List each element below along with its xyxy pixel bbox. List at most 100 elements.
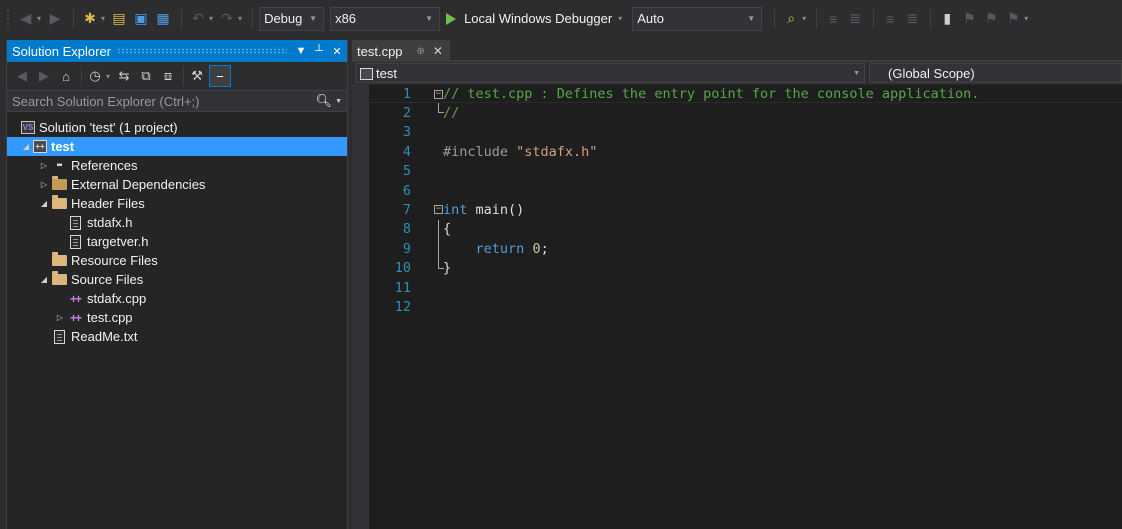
code-token: "stdafx.h" bbox=[516, 143, 598, 160]
line-number: 3 bbox=[402, 124, 411, 141]
code-line[interactable]: 11 bbox=[369, 278, 1122, 297]
code-line[interactable]: 2 // bbox=[369, 103, 1122, 122]
code-token: return bbox=[475, 240, 525, 257]
tree-item[interactable]: ▷ ++ test.cpp bbox=[7, 308, 347, 327]
bookmark-icon[interactable]: ▮ bbox=[937, 9, 957, 29]
collapse-region-icon[interactable]: − bbox=[434, 205, 443, 215]
code-line[interactable]: 5 bbox=[369, 162, 1122, 181]
solution-config-dropdown[interactable]: Auto ▼ bbox=[632, 6, 763, 31]
open-icon[interactable]: ▤ bbox=[109, 9, 129, 29]
text-file-icon bbox=[51, 329, 67, 345]
scope-dropdown[interactable]: (Global Scope) bbox=[869, 63, 1122, 83]
pending-changes-icon[interactable]: ◷ bbox=[85, 66, 105, 86]
platform-value: x86 bbox=[335, 11, 357, 26]
find-dropdown-icon[interactable]: ▾ bbox=[802, 14, 806, 23]
redo-dropdown-icon[interactable]: ▾ bbox=[238, 14, 242, 23]
search-solution-explorer[interactable]: 🔍︎ ▼ bbox=[7, 90, 347, 112]
clear-bookmarks-icon[interactable]: ⚑ bbox=[1003, 9, 1023, 29]
code-line[interactable]: 4 #include "stdafx.h" bbox=[369, 142, 1122, 161]
save-icon[interactable]: ▣ bbox=[131, 9, 151, 29]
tree-item[interactable]: ReadMe.txt bbox=[7, 327, 347, 346]
undo-icon[interactable]: ↶ bbox=[188, 9, 208, 29]
code-token: ; bbox=[540, 240, 549, 257]
code-editor[interactable]: 1−// test.cpp : Defines the entry point … bbox=[352, 84, 1122, 529]
search-icon[interactable]: 🔍︎ bbox=[316, 93, 333, 109]
collapsed-arrow-icon[interactable]: ▷ bbox=[53, 313, 67, 322]
tree-item[interactable]: Resource Files bbox=[7, 251, 347, 270]
expanded-arrow-icon[interactable]: ◢ bbox=[19, 142, 33, 151]
close-icon[interactable]: ✕ bbox=[329, 45, 345, 58]
search-input[interactable] bbox=[12, 93, 302, 109]
tree-item[interactable]: stdafx.h bbox=[7, 213, 347, 232]
close-icon[interactable]: ✕ bbox=[433, 44, 443, 58]
configuration-dropdown[interactable]: Debug ▼ bbox=[259, 6, 325, 31]
toolbar-grip[interactable] bbox=[6, 8, 10, 29]
search-options-icon[interactable]: ▼ bbox=[335, 98, 342, 105]
pin-icon[interactable]: ┴ bbox=[311, 45, 327, 57]
expanded-arrow-icon[interactable]: ◢ bbox=[37, 275, 51, 284]
collapse-region-icon[interactable]: − bbox=[434, 90, 443, 99]
chevron-down-icon[interactable]: ▾ bbox=[618, 14, 622, 23]
tree-item[interactable]: ▷ ▪▪ References bbox=[7, 156, 347, 175]
show-all-files-icon[interactable]: ⧈ bbox=[158, 66, 178, 86]
project-dropdown-value: test bbox=[376, 65, 397, 81]
code-line[interactable]: 6 bbox=[369, 181, 1122, 200]
collapsed-arrow-icon[interactable]: ▷ bbox=[37, 180, 51, 189]
find-icon[interactable]: ⌕ bbox=[781, 9, 801, 29]
back-dropdown-icon[interactable]: ▾ bbox=[37, 14, 41, 23]
tree-item[interactable]: VS Solution 'test' (1 project) bbox=[7, 118, 347, 137]
solution-explorer-titlebar[interactable]: Solution Explorer ▼ ┴ ✕ bbox=[7, 40, 347, 62]
uncomment-icon[interactable]: ≣ bbox=[902, 9, 922, 29]
comment-icon[interactable]: ≡ bbox=[880, 9, 900, 29]
indicator-margin[interactable] bbox=[352, 84, 369, 529]
step-icon[interactable]: ≡ bbox=[823, 9, 843, 29]
code-line[interactable]: 1 −// test.cpp : Defines the entry point … bbox=[369, 84, 1122, 104]
code-line[interactable]: 8{ bbox=[369, 219, 1122, 240]
tree-item-label: stdafx.cpp bbox=[87, 291, 147, 306]
home-icon[interactable]: ⌂ bbox=[56, 66, 76, 86]
pin-icon[interactable]: ⊕ bbox=[417, 46, 425, 57]
tree-item[interactable]: ▷ External Dependencies bbox=[7, 175, 347, 194]
sync-icon[interactable]: ⇆ bbox=[114, 66, 134, 86]
forward-icon[interactable]: ▶ bbox=[34, 66, 54, 86]
properties-icon[interactable]: ⚒ bbox=[187, 66, 207, 86]
tab-test-cpp[interactable]: test.cpp ⊕ ✕ bbox=[352, 40, 450, 62]
tree-item[interactable]: targetver.h bbox=[7, 232, 347, 251]
line-number: 12 bbox=[394, 299, 411, 316]
next-bookmark-icon[interactable]: ⚑ bbox=[981, 9, 1001, 29]
indent-icon[interactable]: ≣ bbox=[845, 9, 865, 29]
new-project-dropdown-icon[interactable]: ▾ bbox=[101, 14, 105, 23]
region-end-marker bbox=[438, 258, 444, 269]
pending-dropdown-icon[interactable]: ▾ bbox=[106, 72, 110, 81]
new-project-icon[interactable]: ✱ bbox=[80, 9, 100, 29]
back-icon[interactable]: ◀ bbox=[16, 9, 36, 29]
redo-icon[interactable]: ↷ bbox=[217, 9, 237, 29]
tree-item[interactable]: ++ stdafx.cpp bbox=[7, 289, 347, 308]
code-text: } bbox=[443, 260, 451, 276]
platform-dropdown[interactable]: x86 ▼ bbox=[330, 6, 441, 31]
save-all-icon[interactable]: ▦ bbox=[153, 9, 173, 29]
start-debugging-button[interactable]: Local Windows Debugger ▾ bbox=[446, 11, 626, 26]
back-icon[interactable]: ◀ bbox=[12, 66, 32, 86]
code-line[interactable]: 7 − int main() bbox=[369, 200, 1122, 219]
collapsed-arrow-icon[interactable]: ▷ bbox=[37, 161, 51, 170]
code-line[interactable]: 9 return 0; bbox=[369, 239, 1122, 259]
code-line[interactable]: 3 bbox=[369, 123, 1122, 142]
project-dropdown[interactable]: test ▼ bbox=[355, 63, 865, 83]
forward-icon[interactable]: ▶ bbox=[45, 9, 65, 29]
code-line[interactable]: 12 bbox=[369, 297, 1122, 316]
window-position-icon[interactable]: ▼ bbox=[293, 45, 309, 57]
tree-item-label: External Dependencies bbox=[71, 177, 206, 192]
preview-icon[interactable]: − bbox=[209, 65, 232, 87]
expanded-arrow-icon[interactable]: ◢ bbox=[37, 199, 51, 208]
prev-bookmark-icon[interactable]: ⚑ bbox=[959, 9, 979, 29]
code-line[interactable]: 10} bbox=[369, 258, 1122, 278]
toolbar-overflow-icon[interactable]: ▾ bbox=[1024, 14, 1028, 23]
tree-item[interactable]: ◢ ++ test bbox=[7, 137, 347, 156]
header-file-icon bbox=[67, 234, 83, 250]
code-token: // test.cpp : Defines the entry point fo… bbox=[443, 85, 980, 102]
undo-dropdown-icon[interactable]: ▾ bbox=[209, 14, 213, 23]
tree-item[interactable]: ◢ Header Files bbox=[7, 194, 347, 213]
collapse-all-icon[interactable]: ⧉ bbox=[136, 66, 156, 86]
tree-item[interactable]: ◢ Source Files bbox=[7, 270, 347, 289]
